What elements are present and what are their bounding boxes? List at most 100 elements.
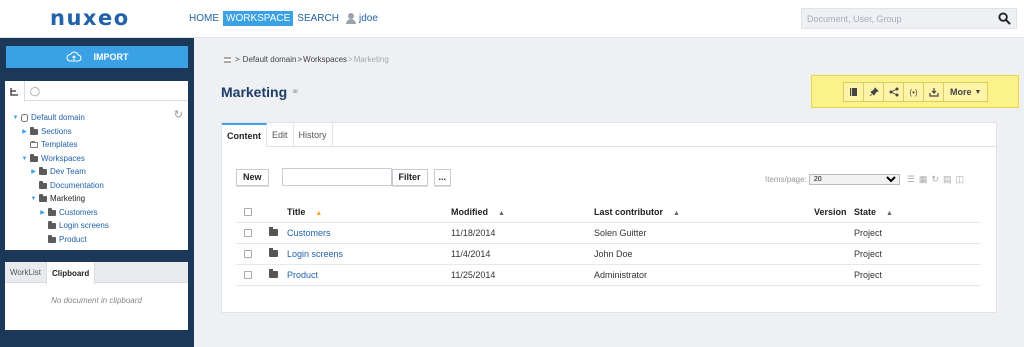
- column-last-contributor[interactable]: Last contributor ▲: [594, 207, 680, 217]
- tree-item-sections[interactable]: ▶ Sections: [21, 126, 72, 137]
- nav-home[interactable]: HOME: [186, 11, 222, 26]
- tab-worklist[interactable]: WorkList: [5, 262, 46, 282]
- refresh-icon[interactable]: ↻: [174, 108, 183, 121]
- column-state[interactable]: State ▲: [854, 207, 893, 217]
- tab-content[interactable]: Content: [222, 123, 267, 147]
- table-row[interactable]: Customers 11/18/2014 Solen Guitter Proje…: [236, 223, 981, 244]
- expand-right-icon[interactable]: ▶: [30, 168, 37, 175]
- add-column-icon[interactable]: ◫: [955, 174, 964, 185]
- filter-input[interactable]: [281, 168, 392, 186]
- tree-item-marketing[interactable]: ▼ Marketing: [30, 193, 85, 204]
- import-button[interactable]: IMPORT: [6, 46, 188, 68]
- import-label: IMPORT: [93, 52, 129, 62]
- tree-item-templates[interactable]: Templates: [21, 139, 77, 150]
- subscribe-button[interactable]: (•): [903, 82, 923, 102]
- menu-icon[interactable]: [224, 56, 231, 63]
- page-title-text: Marketing: [221, 84, 288, 100]
- share-button[interactable]: [883, 82, 903, 102]
- tree-item-customers[interactable]: ▶ Customers: [39, 207, 98, 218]
- nav-workspace[interactable]: WORKSPACE: [223, 11, 294, 26]
- grid-view-icon[interactable]: ▦: [919, 174, 928, 185]
- broadcast-icon: (•): [909, 87, 918, 97]
- expand-down-icon[interactable]: ▼: [12, 115, 19, 121]
- sort-icon[interactable]: ▲: [498, 210, 505, 217]
- tree-item-label: Documentation: [50, 181, 104, 190]
- permalink-icon[interactable]: ⚭: [291, 87, 299, 98]
- tab-clipboard[interactable]: Clipboard: [45, 262, 96, 284]
- tab-edit[interactable]: Edit: [267, 123, 294, 147]
- folder-icon: [39, 193, 47, 202]
- table-header: Title ▲ Modified ▲ Last contributor ▲ Versi…: [236, 201, 981, 223]
- more-actions-button[interactable]: More ▼: [943, 82, 989, 102]
- tree-tab-navigation[interactable]: [5, 81, 25, 102]
- tree-item-dev-team[interactable]: ▶ Dev Team: [30, 166, 86, 177]
- database-icon: [21, 113, 28, 122]
- row-checkbox[interactable]: [244, 250, 252, 258]
- expand-right-icon[interactable]: ▶: [39, 209, 46, 216]
- tree-item-label: Marketing: [50, 194, 86, 203]
- search-input[interactable]: [802, 9, 987, 28]
- nav-search[interactable]: SEARCH: [294, 11, 342, 26]
- tree-item-label: Sections: [41, 127, 72, 136]
- search-icon[interactable]: [998, 12, 1011, 25]
- download-tray-icon: [928, 88, 939, 97]
- table-row[interactable]: Login screens 11/4/2014 John Doe Project: [236, 244, 981, 265]
- row-title-link[interactable]: Product: [287, 270, 318, 280]
- read-later-button[interactable]: [843, 82, 863, 102]
- user-menu[interactable]: jdoe: [345, 13, 378, 24]
- tree-item-label: Default domain: [31, 113, 85, 122]
- row-modified: 11/18/2014: [451, 228, 496, 238]
- sort-icon[interactable]: ▲: [673, 210, 680, 217]
- expand-right-icon[interactable]: ▶: [21, 128, 28, 135]
- row-checkbox[interactable]: [244, 271, 252, 279]
- folder-icon: [269, 269, 278, 278]
- row-title-link[interactable]: Customers: [287, 228, 331, 238]
- sort-icon[interactable]: ▲: [886, 210, 893, 217]
- more-filter-button[interactable]: ...: [433, 168, 452, 186]
- expand-down-icon[interactable]: ▼: [21, 156, 28, 162]
- new-button[interactable]: New: [236, 168, 269, 186]
- column-version[interactable]: Version: [814, 207, 847, 217]
- top-bar: nuxeo HOME WORKSPACE SEARCH jdoe: [0, 0, 1024, 38]
- row-contributor: John Doe: [594, 249, 633, 259]
- document-actions-highlight: (•) More ▼: [811, 75, 1019, 108]
- breadcrumb-default-domain[interactable]: Default domain: [243, 55, 297, 64]
- row-state: Project: [854, 228, 883, 238]
- sort-asc-icon[interactable]: ▲: [315, 210, 322, 217]
- column-modified[interactable]: Modified ▲: [451, 207, 505, 217]
- items-per-page-select[interactable]: 20: [808, 174, 900, 185]
- expand-down-icon[interactable]: ▼: [30, 196, 37, 202]
- row-state: Project: [854, 270, 883, 280]
- tree-item-default-domain[interactable]: ▼ Default domain: [12, 112, 85, 123]
- refresh-list-icon[interactable]: ↻: [931, 174, 939, 185]
- list-view-icon[interactable]: ☰: [907, 174, 915, 185]
- tree-item-workspaces[interactable]: ▼ Workspaces: [21, 153, 85, 164]
- content-panel: Content Edit History New Filter ... Item…: [221, 122, 997, 313]
- folder-icon: [30, 153, 38, 162]
- tree-item-label: Customers: [59, 208, 98, 217]
- select-all-checkbox[interactable]: [244, 207, 252, 216]
- row-title-link[interactable]: Login screens: [287, 249, 343, 259]
- tree-item-product[interactable]: Product: [39, 234, 87, 245]
- row-modified: 11/4/2014: [451, 249, 491, 259]
- row-checkbox[interactable]: [244, 229, 252, 237]
- column-title[interactable]: Title ▲: [287, 207, 322, 217]
- user-name: jdoe: [358, 13, 378, 24]
- cloud-upload-icon: [66, 51, 81, 62]
- download-button[interactable]: [923, 82, 943, 102]
- nuxeo-logo[interactable]: nuxeo: [50, 6, 130, 30]
- more-label: More: [950, 87, 972, 97]
- breadcrumb-workspaces[interactable]: Workspaces: [303, 55, 347, 64]
- spreadsheet-icon[interactable]: ▤: [943, 174, 952, 185]
- tree-item-login-screens[interactable]: Login screens: [39, 220, 109, 231]
- filter-button[interactable]: Filter: [391, 168, 428, 186]
- tree-item-documentation[interactable]: Documentation: [30, 180, 104, 191]
- tab-history[interactable]: History: [294, 123, 333, 147]
- view-options: ☰ ▦ ↻ ▤ ◫: [907, 174, 964, 185]
- folder-light-icon: [30, 140, 38, 148]
- document-tabs: Content Edit History: [222, 123, 996, 147]
- pin-button[interactable]: [863, 82, 883, 102]
- tree-tab-tags[interactable]: ◯: [25, 81, 45, 101]
- search-box: [801, 8, 1017, 29]
- table-row[interactable]: Product 11/25/2014 Administrator Project: [236, 265, 981, 286]
